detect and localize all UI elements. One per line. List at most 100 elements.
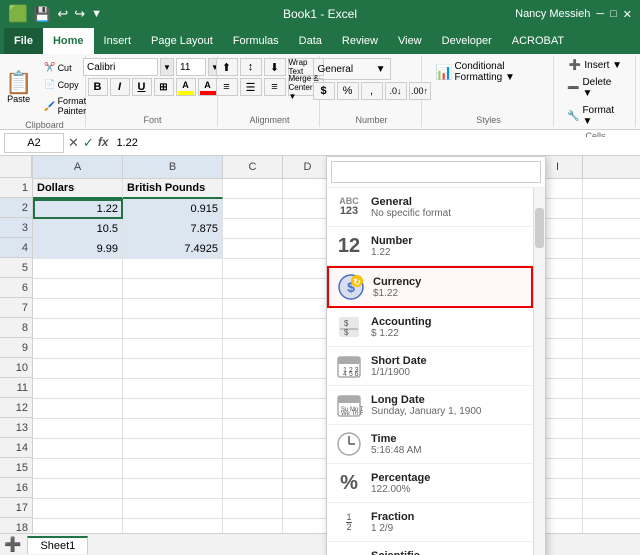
select-all-button[interactable] [0,156,32,178]
tab-file[interactable]: File [4,28,43,54]
format-icon: 🔧 [567,111,579,122]
tab-developer[interactable]: Developer [432,28,502,54]
window-close[interactable]: ✕ [623,8,632,21]
copy-button[interactable]: 📄 Copy [41,77,89,92]
nf-search-input[interactable] [331,161,541,183]
delete-button[interactable]: ➖ Delete ▼ [562,75,629,101]
align-bottom-button[interactable]: ⬇ [264,58,286,76]
border-button[interactable]: ⊞ [154,78,174,96]
cell-b4[interactable]: 7.4925 [123,239,223,259]
col-header-b[interactable]: B [123,156,223,178]
cell-c2[interactable] [223,199,283,219]
undo-icon[interactable]: ↩ [57,6,68,22]
align-middle-button[interactable]: ↕ [240,58,262,76]
confirm-formula-icon[interactable]: ✓ [83,135,94,151]
nf-fraction-name: Fraction [371,511,525,523]
spreadsheet-container: 1 2 3 4 5 6 7 8 9 10 11 12 13 14 15 16 1… [0,156,640,555]
cell-a4[interactable]: 9.99 [33,239,123,259]
format-painter-button[interactable]: 🖌️ Format Painter [41,94,89,118]
underline-button[interactable]: U [132,78,152,96]
nf-fraction-value: 1 2/9 [371,523,525,534]
align-right-button[interactable]: ≡ [264,78,286,96]
cell-c1[interactable] [223,179,283,199]
tab-view[interactable]: View [388,28,432,54]
cell-b3[interactable]: 7.875 [123,219,223,239]
fill-color-button[interactable]: A [176,78,196,96]
nf-item-time[interactable]: Time 5:16:48 AM [327,425,533,464]
cell-c3[interactable] [223,219,283,239]
nf-item-scientific[interactable]: 102 Scientific 1.22E+00 [327,542,533,555]
redo-icon[interactable]: ↪ [74,6,85,22]
fraction-icon: 1 2 [335,508,363,536]
nf-item-longdate[interactable]: Su Mo Tu We Th Fr Long Date Sunday, Janu… [327,386,533,425]
tab-formulas[interactable]: Formulas [223,28,289,54]
percent-btn[interactable]: % [337,82,359,100]
align-left-button[interactable]: ≡ [216,78,238,96]
italic-button[interactable]: I [110,78,130,96]
cancel-formula-icon[interactable]: ✕ [68,135,79,151]
cut-button[interactable]: ✂️ Cut [41,60,89,75]
nf-scroll-area[interactable]: ABC 123 General No specific format 12 Nu… [327,188,533,555]
tab-review[interactable]: Review [332,28,388,54]
save-icon[interactable]: 💾 [34,6,51,23]
insert-button[interactable]: ➕ Insert ▼ [564,58,627,73]
nf-item-percentage[interactable]: % Percentage 122.00% [327,464,533,503]
cell-b2[interactable]: 0.915 [123,199,223,219]
tab-data[interactable]: Data [289,28,332,54]
format-painter-icon: 🖌️ [44,101,55,112]
nf-shortdate-value: 1/1/1900 [371,367,525,378]
window-restore[interactable]: □ [610,8,617,20]
comma-btn[interactable]: , [361,82,383,100]
cell-b1[interactable]: British Pounds [123,179,223,199]
excel-icon: 🟩 [8,4,28,24]
tab-insert[interactable]: Insert [94,28,142,54]
number-format-box[interactable]: General▼ [313,58,391,80]
nf-item-accounting[interactable]: $ $ Accounting $ 1.22 [327,308,533,347]
align-center-button[interactable]: ☰ [240,78,262,96]
tab-page-layout[interactable]: Page Layout [141,28,223,54]
currency-btn[interactable]: $ [313,82,335,100]
cell-reference-box[interactable] [4,133,64,153]
nf-item-currency[interactable]: $ ↻ Currency $1.22 [327,266,533,308]
nf-scrollbar[interactable] [533,188,545,555]
col-header-a[interactable]: A [33,156,123,178]
insert-label: Insert ▼ [584,60,622,71]
nf-content: ABC 123 General No specific format 12 Nu… [327,188,545,555]
row-header-9: 9 [0,338,32,358]
row-header-7: 7 [0,298,32,318]
row-header-17: 17 [0,498,32,518]
decrease-decimal-btn[interactable]: .0↓ [385,82,407,100]
nf-item-fraction[interactable]: 1 2 Fraction 1 2/9 [327,503,533,542]
paste-button[interactable]: 📋 Paste [0,69,37,107]
nf-item-general[interactable]: ABC 123 General No specific format [327,188,533,227]
conditional-formatting-button[interactable]: 📊 Conditional Formatting ▼ [430,58,547,86]
tab-home[interactable]: Home [43,28,94,54]
row-header-1: 1 [0,178,32,198]
window-minimize[interactable]: ─ [596,8,604,20]
font-name-dropdown[interactable]: ▼ [160,58,174,76]
customize-icon[interactable]: ▼ [91,8,102,20]
title-bar-user: Nancy Messieh ─ □ ✕ [515,8,632,21]
tab-acrobat[interactable]: ACROBAT [502,28,574,54]
cell-a2[interactable]: 1.22 [33,199,123,219]
align-top-button[interactable]: ⬆ [216,58,238,76]
nf-item-number[interactable]: 12 Number 1.22 [327,227,533,266]
font-size-input[interactable] [176,58,206,76]
nf-item-shortdate[interactable]: 1 2 3 4 5 6 Short Date 1/1/1900 [327,347,533,386]
bold-button[interactable]: B [88,78,108,96]
font-style-row: B I U ⊞ A A [88,78,218,96]
cell-a1[interactable]: Dollars [33,179,123,199]
ribbon-group-font: ▼ ▼ B I U ⊞ A A [88,56,218,127]
col-header-c[interactable]: C [223,156,283,178]
format-button[interactable]: 🔧 Format ▼ [562,103,629,129]
row-header-13: 13 [0,418,32,438]
cell-c4[interactable] [223,239,283,259]
add-sheet-button[interactable]: ➕ [4,536,21,553]
cell-a3[interactable]: 10.5 [33,219,123,239]
sheet-tab-sheet1[interactable]: Sheet1 [27,536,88,554]
font-color-button[interactable]: A [198,78,218,96]
font-name-input[interactable] [83,58,158,76]
insert-function-icon[interactable]: fx [98,135,109,151]
formula-input[interactable] [112,137,636,149]
row-header-14: 14 [0,438,32,458]
